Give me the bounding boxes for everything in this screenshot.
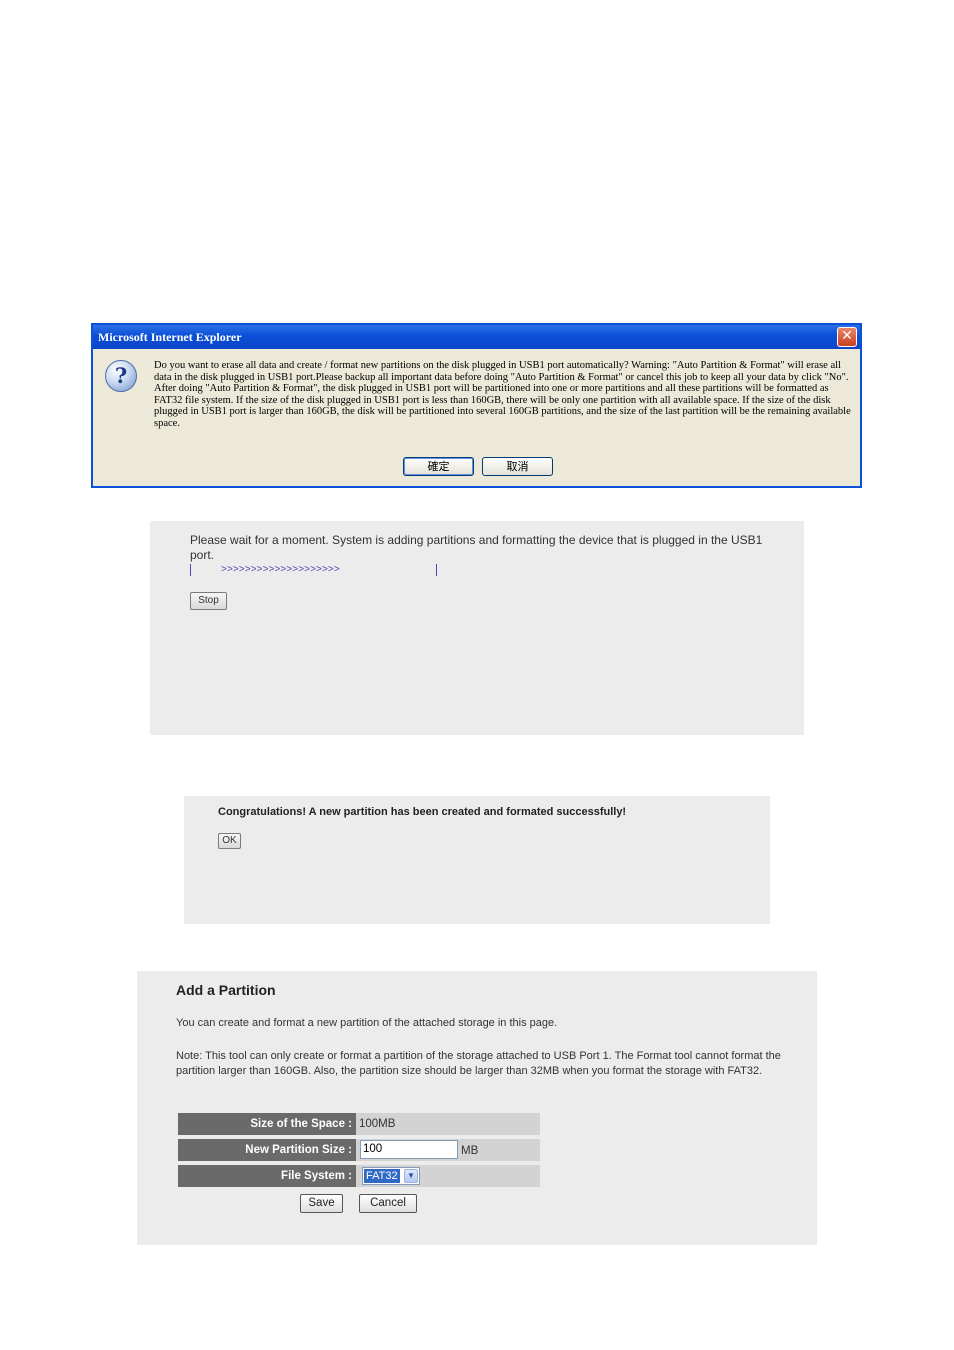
chevron-down-icon[interactable]: ▼ [404,1169,418,1183]
size-label: Size of the Space : [178,1113,356,1135]
cancel-button[interactable]: Cancel [359,1194,417,1213]
save-button[interactable]: Save [300,1194,343,1213]
file-system-select[interactable]: FAT32 ▼ [362,1167,420,1185]
file-system-row: File System : FAT32 ▼ [178,1165,540,1187]
dialog-title-bar: Microsoft Internet Explorer ✕ [93,325,860,349]
file-system-value: FAT32 [364,1169,400,1183]
dialog-ok-button[interactable]: 確定 [403,457,474,476]
new-size-label: New Partition Size : [178,1139,356,1161]
question-icon: ? [105,360,137,392]
congrats-message: Congratulations! A new partition has bee… [218,806,627,818]
dialog-title: Microsoft Internet Explorer [98,330,242,344]
ok-button[interactable]: OK [218,833,241,849]
wait-panel: Please wait for a moment. System is addi… [150,521,804,735]
progress-left-bound [190,564,191,576]
size-value: 100MB [359,1118,396,1130]
page-title: Add a Partition [176,982,276,998]
new-size-input[interactable]: 100 [360,1140,458,1159]
add-partition-panel: Add a Partition You can create and forma… [137,971,817,1245]
congrats-panel: Congratulations! A new partition has bee… [184,796,770,924]
progress-bar: >>>>>>>>>>>>>>>>>>>> [190,563,440,577]
size-row: Size of the Space : 100MB [178,1113,540,1135]
stop-button[interactable]: Stop [190,592,227,610]
wait-message: Please wait for a moment. System is addi… [190,533,763,562]
file-system-label: File System : [178,1165,356,1187]
new-size-unit: MB [461,1145,479,1157]
confirm-dialog: Microsoft Internet Explorer ✕ ? Do you w… [91,323,862,488]
progress-arrows: >>>>>>>>>>>>>>>>>>>> [221,564,340,575]
note-text: Note: This tool can only create or forma… [176,1050,781,1077]
dialog-cancel-button[interactable]: 取消 [482,457,553,476]
intro-text: You can create and format a new partitio… [176,1017,558,1029]
dialog-message: Do you want to erase all data and create… [154,360,851,429]
new-size-row: New Partition Size : 100 MB [178,1139,540,1161]
progress-right-bound [436,564,437,576]
close-icon[interactable]: ✕ [837,327,857,347]
